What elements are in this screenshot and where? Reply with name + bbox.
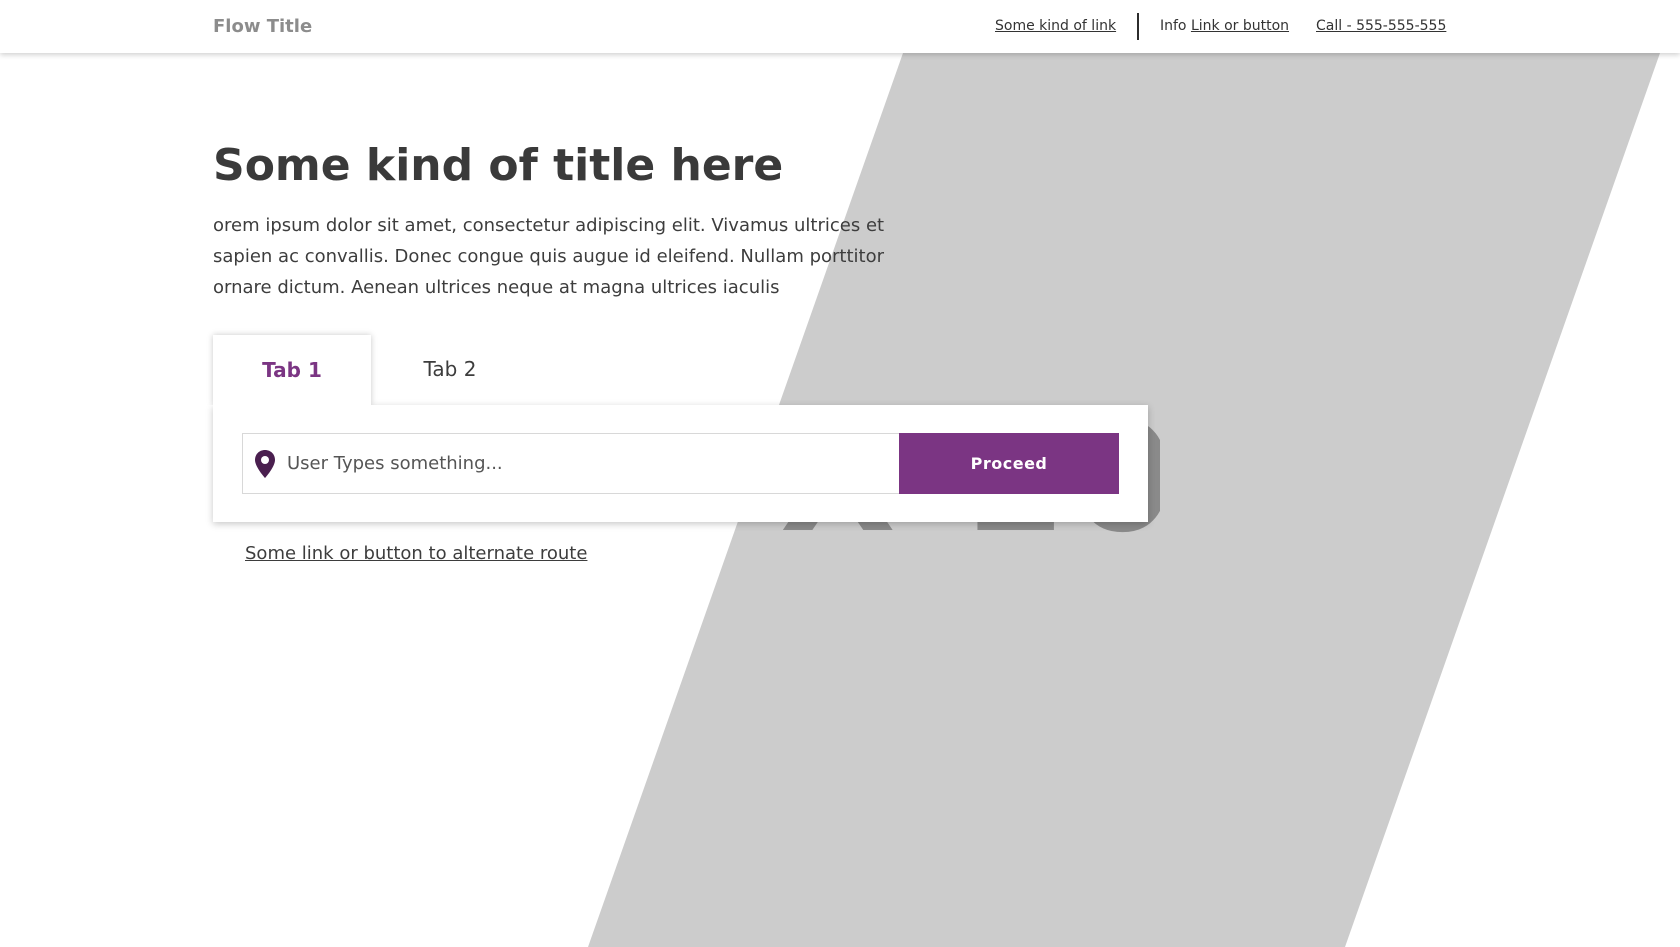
active-tab-connector (213, 396, 371, 410)
info-label: Info (1160, 18, 1187, 34)
tab-1-label: Tab 1 (262, 358, 322, 382)
proceed-button[interactable]: Proceed (899, 433, 1119, 494)
location-input-wrapper[interactable] (242, 433, 900, 494)
alternate-route-link[interactable]: Some link or button to alternate route (245, 543, 587, 564)
flow-title: Flow Title (213, 16, 313, 37)
page-title: Some kind of title here (213, 140, 784, 191)
page-description: orem ipsum dolor sit amet, consectetur a… (213, 215, 885, 298)
search-form-card: Proceed (213, 405, 1148, 522)
tab-2[interactable]: Tab 2 (371, 336, 529, 402)
location-search-input[interactable] (287, 443, 887, 484)
header-divider (1137, 13, 1139, 40)
tab-1[interactable]: Tab 1 (213, 335, 371, 405)
location-pin-icon (255, 449, 275, 478)
top-header: Flow Title Some kind of link Info Link o… (0, 0, 1680, 53)
info-link-button[interactable]: Link or button (1191, 18, 1289, 34)
call-link[interactable]: Call - 555-555-555 (1316, 18, 1446, 34)
header-link[interactable]: Some kind of link (995, 18, 1116, 34)
header-info: Info Link or button (1160, 18, 1289, 34)
tab-2-label: Tab 2 (423, 357, 477, 381)
page: X 1000 Flow Title Some kind of link Info… (0, 0, 1680, 947)
